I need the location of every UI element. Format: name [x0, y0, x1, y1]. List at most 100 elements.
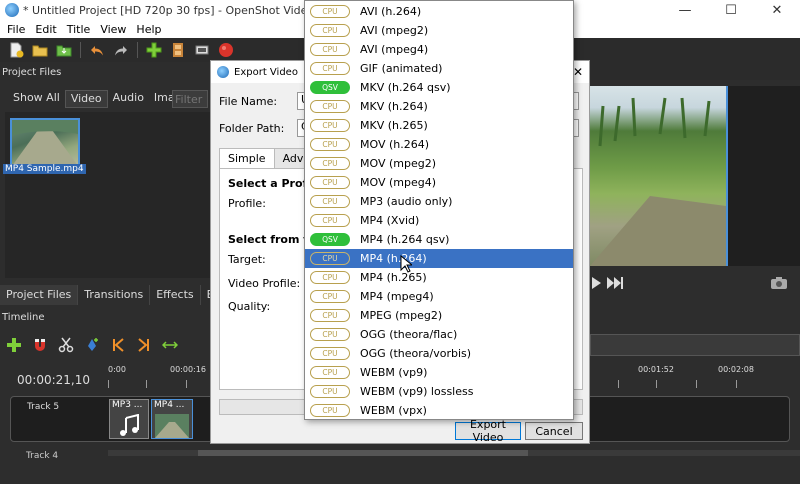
add-marker-icon[interactable] [82, 335, 102, 355]
menu-help[interactable]: Help [131, 23, 166, 36]
timeline-timecode: 00:00:21,10 [17, 373, 90, 387]
dropdown-option-label: MKV (h.264 qsv) [360, 81, 451, 94]
dropdown-option[interactable]: CPU MP4 (mpeg4) [305, 287, 573, 306]
dropdown-option[interactable]: CPU MP3 (audio only) [305, 192, 573, 211]
openshot-logo-icon [5, 3, 19, 17]
dropdown-option[interactable]: CPU GIF (animated) [305, 59, 573, 78]
new-project-icon[interactable] [6, 41, 26, 59]
close-button[interactable]: ✕ [754, 0, 800, 20]
dropdown-option-label: AVI (mpeg4) [360, 43, 429, 56]
dropdown-option[interactable]: CPU MP4 (h.264) [305, 249, 573, 268]
qsv-badge: QSV [310, 81, 350, 94]
menu-title[interactable]: Title [62, 23, 96, 36]
previous-marker-icon[interactable] [108, 335, 128, 355]
tab-video[interactable]: Video [64, 90, 108, 108]
razor-scissors-icon[interactable] [56, 335, 76, 355]
menu-file[interactable]: File [2, 23, 30, 36]
project-files-list [5, 112, 210, 278]
center-playhead-icon[interactable] [160, 335, 180, 355]
video-preview [590, 86, 726, 266]
export-video-icon[interactable] [216, 41, 236, 59]
cancel-button[interactable]: Cancel [525, 422, 583, 440]
dock-tabs: Project Files Transitions Effects Em [0, 285, 232, 305]
dropdown-option[interactable]: CPU OGG (theora/vorbis) [305, 344, 573, 363]
dropdown-option-label: MP4 (mpeg4) [360, 290, 434, 303]
cpu-badge: CPU [310, 157, 350, 170]
dropdown-option[interactable]: CPU AVI (h.264) [305, 2, 573, 21]
camera-icon[interactable] [770, 276, 788, 290]
toolbar-separator [80, 42, 81, 58]
dropdown-option-label: MKV (h.265) [360, 119, 428, 132]
save-project-icon[interactable] [54, 41, 74, 59]
cpu-badge: CPU [310, 43, 350, 56]
ruler-label: 00:02:08 [718, 365, 754, 374]
dropdown-option[interactable]: CPU WEBM (vp9) [305, 363, 573, 382]
export-video-button[interactable]: Export Video [455, 418, 521, 444]
tab-effects[interactable]: Effects [150, 285, 201, 305]
next-marker-icon[interactable] [134, 335, 154, 355]
ruler-label: 0:00 [108, 365, 126, 374]
dropdown-option[interactable]: CPU OGG (theora/flac) [305, 325, 573, 344]
project-files-filter-tabs: Show All Video Audio Image [8, 90, 193, 108]
scrollbar-thumb[interactable] [198, 450, 528, 456]
undo-icon[interactable] [87, 41, 107, 59]
clip-label: MP4 ... [154, 400, 185, 410]
minimize-button[interactable]: — [662, 0, 708, 20]
cpu-badge: CPU [310, 271, 350, 284]
profile-icon[interactable] [168, 41, 188, 59]
tab-show-all[interactable]: Show All [8, 90, 65, 108]
fullscreen-icon[interactable] [192, 41, 212, 59]
jump-end-icon[interactable] [606, 276, 624, 290]
menu-view[interactable]: View [95, 23, 131, 36]
play-icon[interactable] [590, 276, 602, 290]
dropdown-option[interactable]: CPU WEBM (vp9) lossless [305, 382, 573, 401]
open-project-icon[interactable] [30, 41, 50, 59]
dropdown-option[interactable]: CPU WEBM (vpx) [305, 401, 573, 420]
tab-simple[interactable]: Simple [219, 148, 275, 169]
maximize-button[interactable]: ☐ [708, 0, 754, 20]
dropdown-option[interactable]: CPU MKV (h.265) [305, 116, 573, 135]
snapping-magnet-icon[interactable] [30, 335, 50, 355]
profile-label: Profile: [228, 197, 266, 210]
qsv-badge: QSV [310, 233, 350, 246]
dropdown-option-label: AVI (h.264) [360, 5, 422, 18]
tab-project-files[interactable]: Project Files [0, 285, 79, 305]
dropdown-option[interactable]: CPU AVI (mpeg2) [305, 21, 573, 40]
ruler-tick [618, 380, 619, 388]
audio-clip[interactable]: MP3 ... [109, 399, 149, 439]
cpu-badge: CPU [310, 176, 350, 189]
ruler-tick [736, 380, 737, 388]
dropdown-option[interactable]: CPU AVI (mpeg4) [305, 40, 573, 59]
cpu-badge: CPU [310, 5, 350, 18]
filter-input[interactable] [172, 90, 208, 108]
dropdown-option-label: MP4 (h.264) [360, 252, 427, 265]
menu-edit[interactable]: Edit [30, 23, 61, 36]
dropdown-option-label: MPEG (mpeg2) [360, 309, 443, 322]
dropdown-option[interactable]: CPU MOV (h.264) [305, 135, 573, 154]
dialog-title: Export Video [234, 66, 298, 78]
dropdown-option[interactable]: CPU MPEG (mpeg2) [305, 306, 573, 325]
timeline-scrollbar[interactable] [108, 450, 800, 456]
cpu-badge: CPU [310, 366, 350, 379]
redo-icon[interactable] [111, 41, 131, 59]
file-thumbnail[interactable] [10, 118, 80, 168]
project-files-panel-label: Project Files [2, 67, 62, 78]
dropdown-option[interactable]: CPU MP4 (Xvid) [305, 211, 573, 230]
dropdown-option[interactable]: CPU MKV (h.264) [305, 97, 573, 116]
preview-side-area [726, 86, 800, 266]
track-name: Track 5 [27, 402, 60, 412]
dropdown-option[interactable]: QSV MKV (h.264 qsv) [305, 78, 573, 97]
dropdown-option[interactable]: CPU MOV (mpeg2) [305, 154, 573, 173]
cpu-badge: CPU [310, 138, 350, 151]
dropdown-option[interactable]: CPU MP4 (h.265) [305, 268, 573, 287]
dropdown-option[interactable]: CPU MOV (mpeg4) [305, 173, 573, 192]
add-track-icon[interactable] [4, 335, 24, 355]
file-name-label[interactable]: MP4 Sample.mp4 [3, 164, 86, 174]
zoom-slider[interactable] [590, 334, 800, 356]
video-clip[interactable]: MP4 ... [151, 399, 193, 439]
tab-audio[interactable]: Audio [108, 90, 149, 108]
import-files-icon[interactable] [144, 41, 164, 59]
target-dropdown-list[interactable]: CPU AVI (h.264) CPU AVI (mpeg2) CPU AVI (mpeg… [304, 0, 574, 420]
tab-transitions[interactable]: Transitions [78, 285, 151, 305]
dropdown-option[interactable]: QSV MP4 (h.264 qsv) [305, 230, 573, 249]
